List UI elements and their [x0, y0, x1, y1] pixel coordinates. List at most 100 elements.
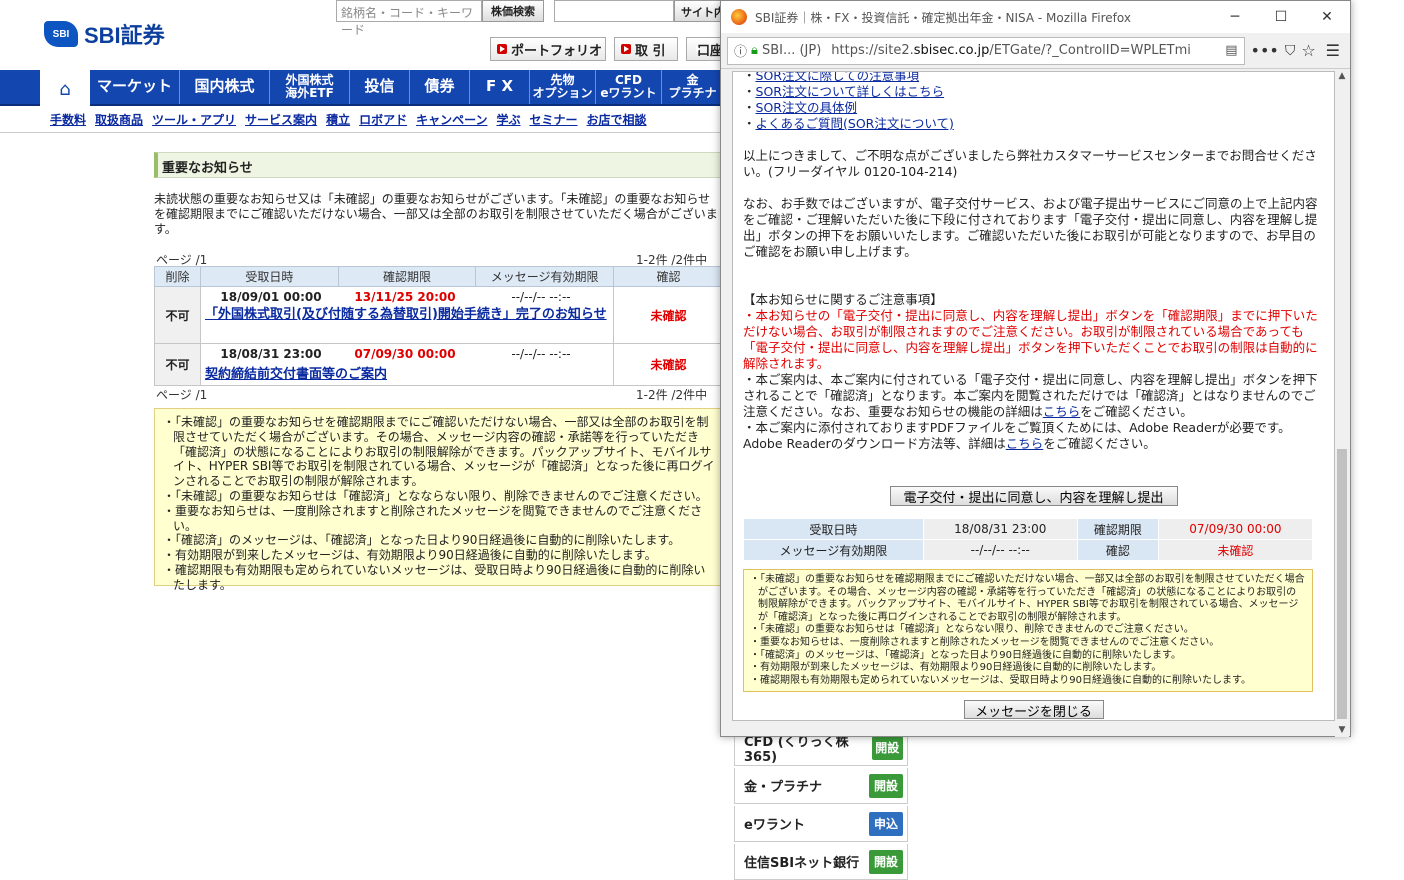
note-item: ・重要なお知らせは、一度削除されますと削除されたメッセージを閲覧できませんのでご… [750, 636, 1220, 648]
col-expiry: メッセージ有効期限 [475, 266, 614, 287]
subnav-consult[interactable]: お店で相談 [587, 111, 647, 128]
expiry-date: --/--/-- --:-- [511, 290, 571, 304]
note-item: ・「未確認」の重要なお知らせを確認期限までにご確認いただけない場合、一部又は全部… [163, 415, 715, 489]
notices-table: 削除 受取日時 確認期限 メッセージ有効期限 確認 不可 18/09/01 00… [154, 266, 724, 386]
received-label: 受取日時 [743, 518, 924, 540]
notice-link[interactable]: 「外国株式取引(及び付随する為替取引)開始手続き」完了のお知らせ [205, 307, 609, 322]
caution-warning: ・本お知らせの「電子交付・提出に同意し、内容を理解し提出」ボタンを「確認期限」ま… [743, 308, 1318, 371]
delete-cell: 不可 [154, 343, 201, 386]
link-list: ・SOR注文に際しての注意事項 ・SOR注文について詳しくはこちら ・SOR注文… [743, 72, 1324, 132]
more-icon[interactable]: ••• [1251, 41, 1279, 60]
sbi-logo[interactable]: SBI SBI証券 [44, 18, 165, 50]
scroll-down-icon[interactable]: ▼ [1335, 725, 1349, 735]
caution-title: 【本お知らせに関するご注意事項】 [743, 292, 943, 307]
url-bar: ⓘ 🔒︎ SBI... (JP) https://site2.sbisec.co… [721, 33, 1350, 69]
note-item: ・確認期限も有効期限も定められていないメッセージは、受取日時より90日経過後に自… [750, 674, 1252, 686]
nav-foreign-stock[interactable]: 外国株式 海外ETF [270, 70, 350, 104]
popup-notes-box: ・「未確認」の重要なお知らせを確認期限までにご確認いただけない場合、一部又は全部… [743, 569, 1313, 693]
nav-domestic-stock[interactable]: 国内株式 [180, 70, 270, 104]
sor-example-link[interactable]: SOR注文の具体例 [756, 100, 857, 115]
deadline-label: 確認期限 [1076, 518, 1159, 540]
window-titlebar[interactable]: SBI証券｜株・FX・投資信託・確定拠出年金・NISA - Mozilla Fi… [721, 1, 1350, 33]
subnav-roboad[interactable]: ロボアド [359, 111, 407, 128]
subnav-fees[interactable]: 手数料 [50, 111, 86, 128]
nav-fx[interactable]: F X [470, 70, 530, 104]
deadline-date: 13/11/25 20:00 [354, 290, 456, 304]
search-input[interactable]: 銘柄名・コード・キーワード [336, 0, 482, 37]
nav-funds[interactable]: 投信 [350, 70, 410, 104]
note-item: ・「未確認」の重要なお知らせは「確認済」となならない限り、削除できませんのでご注… [163, 488, 708, 503]
url-text: https://site2.sbisec.co.jp/ETGate/?_Cont… [831, 43, 1191, 58]
nav-futures[interactable]: 先物 オプション [530, 70, 596, 104]
nav-market[interactable]: マーケット [90, 70, 180, 104]
home-icon[interactable]: ⌂ [40, 70, 90, 108]
apply-button[interactable]: 申込 [869, 811, 903, 836]
caution-confirm: ・本ご案内は、本ご案内に付されている「電子交付・提出に同意し、内容を理解し提出」… [743, 372, 1318, 419]
delete-cell: 不可 [154, 286, 201, 344]
info-icon[interactable]: ⓘ [734, 41, 747, 60]
agree-submit-button[interactable]: 電子交付・提出に同意し、内容を理解し提出 [889, 486, 1178, 506]
subnav-seminar[interactable]: セミナー [530, 111, 578, 128]
pocket-icon[interactable]: ⛉ [1285, 43, 1296, 59]
trade-button[interactable]: 取 引 [614, 37, 678, 61]
divider [0, 132, 724, 133]
maximize-icon[interactable]: ☐ [1258, 9, 1304, 25]
caution-pdf: ・本ご案内に添付されておりますPDFファイルをご覧頂くためには、Adobe Re… [743, 420, 1291, 451]
subnav-learn[interactable]: 学ぶ [497, 111, 521, 128]
trade-label: 取 引 [635, 43, 666, 59]
minimize-icon[interactable]: ─ [1212, 9, 1258, 25]
lock-icon: 🔒︎ [751, 43, 758, 58]
portfolio-label: ポートフォリオ [511, 43, 603, 59]
scrollbar[interactable]: ▲ ▼ [1335, 71, 1349, 737]
subnav-savings[interactable]: 積立 [326, 111, 350, 128]
site-search-button[interactable]: サイト内検索 [674, 0, 724, 22]
notice-link[interactable]: 契約締結前交付書面等のご案内 [205, 363, 609, 382]
sor-caution-link[interactable]: SOR注文に際しての注意事項 [756, 72, 920, 83]
service-label: 住信SBIネット銀行 [744, 856, 860, 871]
open-account-button[interactable]: 開設 [869, 849, 903, 874]
service-gold: 金・プラチナ 開設 [734, 768, 908, 804]
subnav-campaign[interactable]: キャンペーン [416, 111, 487, 128]
table-row: 不可 18/09/01 00:00 13/11/25 20:00 --/--/-… [154, 286, 724, 344]
adobe-link[interactable]: こちら [1006, 436, 1044, 451]
sor-detail-link[interactable]: SOR注文について詳しくはこちら [756, 84, 945, 99]
received-value: 18/08/31 23:00 [922, 518, 1078, 540]
popup-content: ・SOR注文に際しての注意事項 ・SOR注文について詳しくはこちら ・SOR注文… [732, 71, 1335, 721]
stock-search-button[interactable]: 株価検索 [482, 0, 544, 22]
open-account-button[interactable]: 開設 [869, 773, 903, 798]
address-field[interactable]: ⓘ 🔒︎ SBI... (JP) https://site2.sbisec.co… [727, 36, 1245, 65]
expiry-label: メッセージ有効期限 [743, 539, 924, 561]
subnav-products[interactable]: 取扱商品 [95, 111, 143, 128]
reader-icon[interactable]: ▤ [1225, 43, 1237, 58]
portfolio-button[interactable]: ポートフォリオ [490, 37, 606, 61]
scrollbar-thumb[interactable] [1337, 449, 1347, 719]
bookmark-star-icon[interactable]: ☆ [1301, 41, 1315, 60]
nav-bonds[interactable]: 債券 [410, 70, 470, 104]
menu-icon[interactable]: ☰ [1322, 41, 1344, 60]
sor-faq-link[interactable]: よくあるご質問(SOR注文について) [756, 116, 954, 131]
sbi-logo-name: SBI証券 [84, 23, 165, 48]
col-status: 確認 [613, 266, 724, 287]
scroll-up-icon[interactable]: ▲ [1335, 71, 1349, 81]
subnav-services[interactable]: サービス案内 [245, 111, 317, 128]
expiry-value: --/--/-- --:-- [922, 539, 1078, 561]
subnav-tools[interactable]: ツール・アプリ [152, 111, 236, 128]
site-search-input[interactable] [554, 0, 674, 22]
message-meta-table: 受取日時 18/08/31 23:00 確認期限 07/09/30 00:00 … [743, 518, 1314, 561]
note-item: ・確認期限も有効期限も定められていないメッセージは、受取日時より90日経過後に自… [163, 562, 706, 592]
expiry-date: --/--/-- --:-- [511, 347, 571, 361]
intro-text: 未読状態の重要なお知らせ又は「未確認」の重要なお知らせがございます。「未確認」の… [154, 192, 718, 236]
notes-box: ・「未確認」の重要なお知らせを確認期限までにご確認いただけない場合、一部又は全部… [154, 408, 724, 592]
close-message-button[interactable]: メッセージを閉じる [963, 700, 1104, 720]
window-title: SBI証券｜株・FX・投資信託・確定拠出年金・NISA - Mozilla Fi… [755, 10, 1131, 25]
close-icon[interactable]: ✕ [1304, 9, 1350, 25]
nav-cfd[interactable]: CFD eワラント [596, 70, 662, 104]
note-item: ・「未確認」の重要なお知らせは「確認済」とならない限り、削除できませんのでご注意… [750, 624, 1194, 636]
open-account-button[interactable]: 開設 [871, 735, 903, 760]
site-identity[interactable]: SBI... (JP) [762, 43, 821, 58]
details-link[interactable]: こちら [1043, 404, 1081, 419]
page-title: 重要なお知らせ [154, 152, 724, 178]
nav-gold[interactable]: 金 プラチナ [662, 70, 724, 104]
contact-paragraph: 以上につきまして、ご不明な点がございましたら弊社カスタマーサービスセンターまでお… [743, 148, 1317, 179]
note-item: ・「確認済」のメッセージは、「確認済」となった日より90日経過後に自動的に削除い… [163, 533, 681, 548]
